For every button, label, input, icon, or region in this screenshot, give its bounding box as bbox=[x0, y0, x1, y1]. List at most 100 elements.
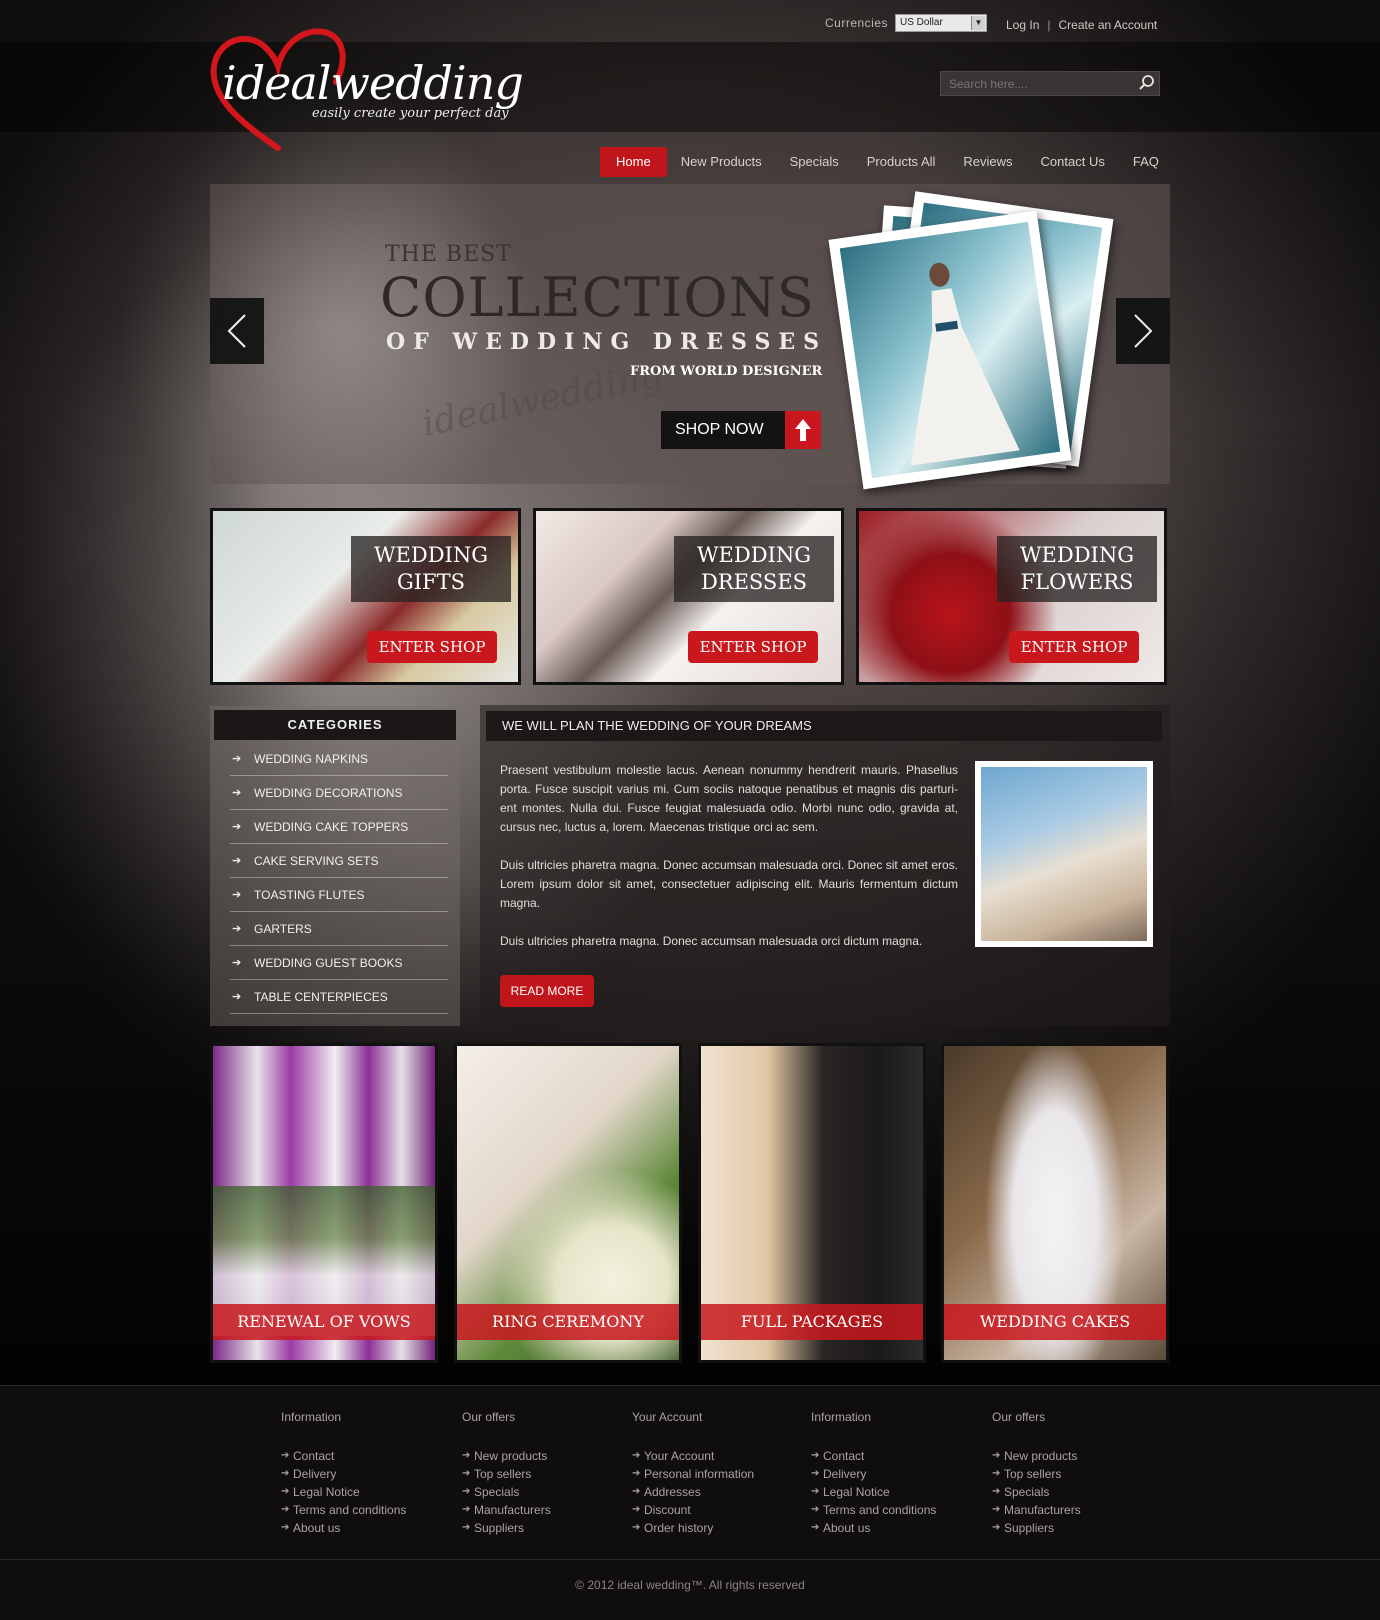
footer-link-label: Terms and conditions bbox=[293, 1503, 407, 1517]
footer-link-label: Discount bbox=[644, 1503, 691, 1517]
footer-link[interactable]: ➔ Specials bbox=[992, 1483, 1081, 1501]
currency-select[interactable]: US Dollar ▼ bbox=[895, 14, 987, 32]
arrow-right-icon: ➔ bbox=[462, 1486, 471, 1497]
footer-link[interactable]: ➔ Suppliers bbox=[462, 1519, 551, 1537]
footer-link-label: Suppliers bbox=[1004, 1521, 1055, 1535]
footer-link-label: Top sellers bbox=[1004, 1467, 1062, 1481]
footer-link[interactable]: ➔ Suppliers bbox=[992, 1519, 1081, 1537]
chevron-right-icon bbox=[1134, 314, 1153, 348]
footer-link[interactable]: ➔ Terms and conditions bbox=[281, 1501, 406, 1519]
login-link[interactable]: Log In bbox=[1006, 18, 1039, 32]
service-wedding-cakes[interactable]: WEDDING CAKES bbox=[941, 1043, 1169, 1363]
tile-wedding-dresses[interactable]: WEDDING DRESSES ENTER SHOP bbox=[533, 508, 844, 685]
footer-link[interactable]: ➔ New products bbox=[462, 1447, 551, 1465]
service-full-packages[interactable]: FULL PACKAGES bbox=[698, 1043, 926, 1363]
footer-link[interactable]: ➔ Addresses bbox=[632, 1483, 754, 1501]
footer-link[interactable]: ➔ Top sellers bbox=[992, 1465, 1081, 1483]
footer-link[interactable]: ➔ Order history bbox=[632, 1519, 754, 1537]
search-input[interactable] bbox=[940, 71, 1160, 96]
footer: Information ➔ Contact ➔ Delivery ➔ Legal No… bbox=[0, 1385, 1380, 1620]
footer-link[interactable]: ➔ Specials bbox=[462, 1483, 551, 1501]
footer-link[interactable]: ➔ Your Account bbox=[632, 1447, 754, 1465]
footer-column: Our offers ➔ New products ➔ Top sellers ➔ S… bbox=[462, 1410, 551, 1537]
nav-specials[interactable]: Specials bbox=[776, 147, 853, 177]
footer-link[interactable]: ➔ Contact bbox=[811, 1447, 936, 1465]
enter-shop-button[interactable]: ENTER SHOP bbox=[367, 631, 497, 663]
slider-next-button[interactable] bbox=[1116, 298, 1170, 364]
nav-reviews[interactable]: Reviews bbox=[949, 147, 1026, 177]
arrow-right-icon: ➔ bbox=[992, 1522, 1001, 1533]
footer-link[interactable]: ➔ Legal Notice bbox=[281, 1483, 406, 1501]
enter-shop-button[interactable]: ENTER SHOP bbox=[688, 631, 818, 663]
nav-faq[interactable]: FAQ bbox=[1119, 147, 1173, 177]
nav-new-products[interactable]: New Products bbox=[667, 147, 776, 177]
service-ring-ceremony[interactable]: RING CEREMONY bbox=[454, 1043, 682, 1363]
arrow-right-icon: ➔ bbox=[632, 1450, 641, 1461]
arrow-right-icon: ➔ bbox=[632, 1504, 641, 1515]
footer-link[interactable]: ➔ New products bbox=[992, 1447, 1081, 1465]
main-nav: Home New Products Specials Products All … bbox=[600, 147, 1173, 177]
category-item[interactable]: ➔ CAKE SERVING SETS bbox=[230, 844, 448, 878]
service-renewal-of-vows[interactable]: RENEWAL OF VOWS bbox=[210, 1043, 438, 1363]
create-account-link[interactable]: Create an Account bbox=[1059, 18, 1158, 32]
footer-link[interactable]: ➔ Personal information bbox=[632, 1465, 754, 1483]
footer-link-label: Delivery bbox=[823, 1467, 867, 1481]
footer-link-label: Manufacturers bbox=[1004, 1503, 1081, 1517]
category-item[interactable]: ➔ WEDDING DECORATIONS bbox=[230, 776, 448, 810]
footer-link[interactable]: ➔ Delivery bbox=[281, 1465, 406, 1483]
tile-title: WEDDING FLOWERS bbox=[997, 536, 1157, 602]
read-more-button[interactable]: READ MORE bbox=[500, 975, 594, 1007]
logo-wordmark[interactable]: idealwedding bbox=[222, 56, 524, 110]
search-icon[interactable] bbox=[1137, 73, 1157, 93]
copyright-text: © 2012 ideal wedding™. All rights reserv… bbox=[575, 1578, 805, 1592]
nav-contact-us[interactable]: Contact Us bbox=[1027, 147, 1119, 177]
category-item[interactable]: ➔ TABLE CENTERPIECES bbox=[230, 980, 448, 1014]
category-label: WEDDING NAPKINS bbox=[254, 752, 369, 766]
category-item[interactable]: ➔ TOASTING FLUTES bbox=[230, 878, 448, 912]
footer-link[interactable]: ➔ Legal Notice bbox=[811, 1483, 936, 1501]
footer-link[interactable]: ➔ Top sellers bbox=[462, 1465, 551, 1483]
enter-shop-button[interactable]: ENTER SHOP bbox=[1009, 631, 1139, 663]
footer-link[interactable]: ➔ Contact bbox=[281, 1447, 406, 1465]
slider-line-4: FROM WORLD DESIGNER bbox=[630, 364, 823, 379]
arrow-right-icon: ➔ bbox=[232, 821, 242, 833]
category-label: CAKE SERVING SETS bbox=[254, 854, 379, 868]
arrow-right-icon: ➔ bbox=[281, 1450, 290, 1461]
footer-link-label: Addresses bbox=[644, 1485, 701, 1499]
tile-title-line2: FLOWERS bbox=[1020, 570, 1134, 594]
about-paragraph-3: Duis ultricies pharetra magna. Donec acc… bbox=[500, 934, 923, 948]
footer-link-label: Contact bbox=[293, 1449, 335, 1463]
couple-photo-image bbox=[981, 767, 1147, 941]
arrow-right-icon: ➔ bbox=[992, 1450, 1001, 1461]
category-item[interactable]: ➔ WEDDING NAPKINS bbox=[230, 742, 448, 776]
header-strip bbox=[0, 42, 1380, 132]
footer-link[interactable]: ➔ Manufacturers bbox=[462, 1501, 551, 1519]
tile-wedding-gifts[interactable]: WEDDING GIFTS ENTER SHOP bbox=[210, 508, 521, 685]
footer-column-title: Information bbox=[811, 1410, 872, 1424]
service-label: RING CEREMONY bbox=[457, 1304, 679, 1340]
arrow-right-icon: ➔ bbox=[232, 889, 242, 901]
shop-now-button[interactable]: SHOP NOW bbox=[661, 411, 821, 449]
arrow-right-icon: ➔ bbox=[632, 1468, 641, 1479]
footer-link[interactable]: ➔ Terms and conditions bbox=[811, 1501, 936, 1519]
category-item[interactable]: ➔ WEDDING GUEST BOOKS bbox=[230, 946, 448, 980]
footer-link[interactable]: ➔ About us bbox=[811, 1519, 936, 1537]
footer-link[interactable]: ➔ Delivery bbox=[811, 1465, 936, 1483]
slider-prev-button[interactable] bbox=[210, 298, 264, 364]
polaroid-front bbox=[828, 210, 1072, 490]
footer-link[interactable]: ➔ Discount bbox=[632, 1501, 754, 1519]
footer-link[interactable]: ➔ Manufacturers bbox=[992, 1501, 1081, 1519]
footer-link-label: Top sellers bbox=[474, 1467, 532, 1481]
footer-link[interactable]: ➔ About us bbox=[281, 1519, 406, 1537]
arrow-right-icon: ➔ bbox=[281, 1486, 290, 1497]
category-item[interactable]: ➔ WEDDING CAKE TOPPERS bbox=[230, 810, 448, 844]
nav-home[interactable]: Home bbox=[600, 147, 667, 177]
tile-wedding-flowers[interactable]: WEDDING FLOWERS ENTER SHOP bbox=[856, 508, 1167, 685]
tile-title: WEDDING GIFTS bbox=[351, 536, 511, 602]
bride-silhouette bbox=[910, 262, 1020, 466]
currencies-label: Currencies bbox=[825, 16, 889, 30]
about-paragraph-2: Duis ultricies pharetra magna. Donec acc… bbox=[500, 858, 958, 910]
category-item[interactable]: ➔ GARTERS bbox=[230, 912, 448, 946]
nav-products-all[interactable]: Products All bbox=[853, 147, 950, 177]
categories-title: CATEGORIES bbox=[214, 710, 456, 740]
